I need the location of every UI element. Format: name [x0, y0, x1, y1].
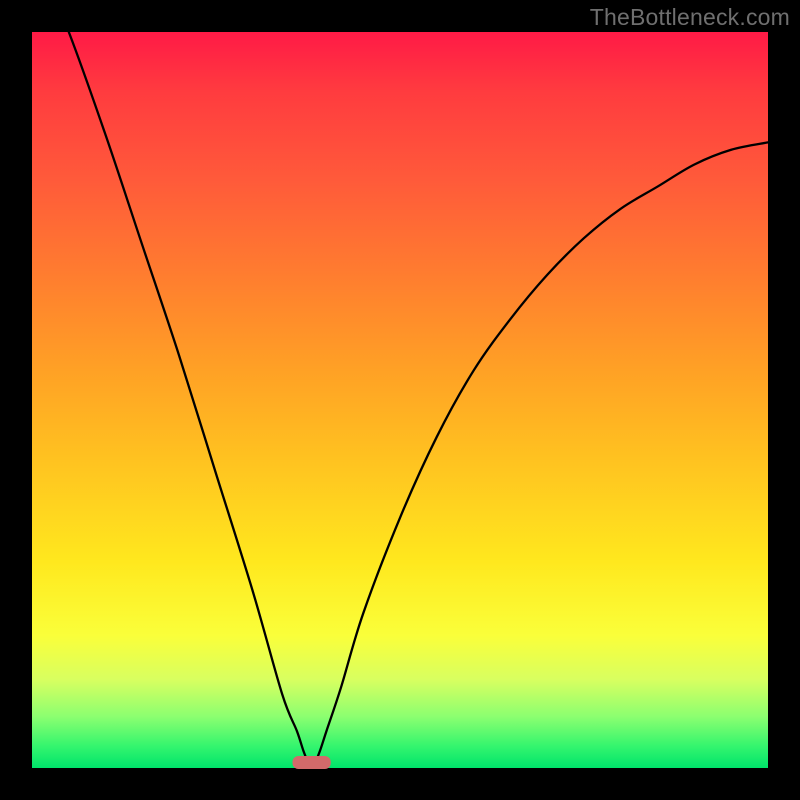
plot-area — [32, 32, 768, 768]
chart-svg — [32, 32, 768, 768]
chart-frame: TheBottleneck.com — [0, 0, 800, 800]
bottleneck-curve — [32, 0, 768, 768]
minimum-marker — [293, 756, 331, 769]
watermark-text: TheBottleneck.com — [590, 4, 790, 31]
